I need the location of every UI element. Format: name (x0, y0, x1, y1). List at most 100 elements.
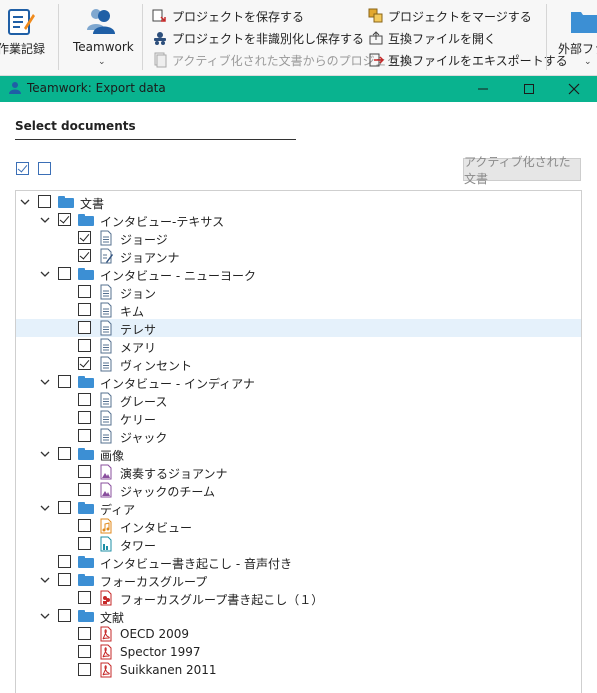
external-files-button[interactable]: 外部ファ ⌄ (552, 0, 597, 76)
tree-folder-row[interactable]: 画像 (16, 445, 581, 463)
tree-checkbox[interactable] (78, 249, 91, 262)
tree-document-row[interactable]: メアリ (16, 337, 581, 355)
open-file-icon (369, 31, 383, 45)
tree-checkbox[interactable] (58, 573, 71, 586)
tree-checkbox[interactable] (58, 555, 71, 568)
tree-checkbox[interactable] (38, 195, 51, 208)
tree-folder-row[interactable]: インタビュー書き起こし - 音声付き (16, 553, 581, 571)
tree-document-row[interactable]: キム (16, 301, 581, 319)
tree-document-row[interactable]: フォーカスグループ書き起こし（１） (16, 589, 581, 607)
minimize-button[interactable] (460, 76, 506, 102)
tree-document-row[interactable]: テレサ (16, 319, 581, 337)
tree-checkbox[interactable] (58, 267, 71, 280)
tree-document-row[interactable]: ジョアンナ (16, 247, 581, 265)
tree-document-row[interactable]: ヴィンセント (16, 355, 581, 373)
notebook-icon (8, 9, 35, 35)
close-button[interactable] (551, 76, 597, 102)
tree-item-label: フォーカスグループ書き起こし（１） (120, 593, 324, 607)
tree-checkbox[interactable] (78, 429, 91, 442)
document-icon (98, 284, 114, 300)
tree-item-label: ジョージ (120, 233, 168, 247)
tree-document-row[interactable]: Suikkanen 2011 (16, 661, 581, 679)
save-project-label: プロジェクトを保存する (172, 9, 305, 24)
merge-project-label: プロジェクトをマージする (388, 9, 532, 24)
tree-document-row[interactable]: ケリー (16, 409, 581, 427)
tree-checkbox[interactable] (78, 231, 91, 244)
tree-document-row[interactable]: ジョージ (16, 229, 581, 247)
tree-document-row[interactable]: タワー (16, 535, 581, 553)
tree-item-label: 演奏するジョアンナ (120, 467, 228, 481)
tree-document-row[interactable]: ジャック (16, 427, 581, 445)
tree-checkbox[interactable] (78, 537, 91, 550)
deselect-all-checkbox[interactable] (38, 162, 51, 175)
tree-checkbox[interactable] (78, 303, 91, 316)
section-divider (15, 139, 296, 140)
tree-checkbox[interactable] (78, 483, 91, 496)
document-stack-icon (154, 52, 167, 68)
tree-checkbox[interactable] (78, 627, 91, 640)
save-anonymized-button[interactable]: プロジェクトを非識別化し保存する (152, 28, 364, 48)
tree-folder-row[interactable]: 文書 (16, 193, 581, 211)
chevron-down-icon[interactable] (19, 196, 31, 208)
document-icon (98, 590, 114, 606)
save-project-button[interactable]: プロジェクトを保存する (152, 6, 304, 26)
tree-checkbox[interactable] (58, 501, 71, 514)
tree-checkbox[interactable] (78, 321, 91, 334)
tree-folder-row[interactable]: ディア (16, 499, 581, 517)
chevron-down-icon[interactable] (39, 448, 51, 460)
tree-item-label: 文書 (80, 197, 105, 211)
tree-checkbox[interactable] (78, 285, 91, 298)
export-exchange-button[interactable]: 互換ファイルをエキスポートする (368, 50, 568, 70)
tree-checkbox[interactable] (78, 339, 91, 352)
maximize-button[interactable] (506, 76, 552, 102)
tree-item-label: Suikkanen 2011 (120, 663, 217, 677)
tree-item-label: インタビュー (120, 521, 193, 535)
document-icon (98, 302, 114, 318)
tree-checkbox[interactable] (58, 609, 71, 622)
merge-project-button[interactable]: プロジェクトをマージする (368, 6, 532, 26)
document-tree[interactable]: 文書 インタビュー-テキサスジョージ ジョアンナ インタビュー - ニューヨーク ジョン… (15, 190, 582, 693)
chevron-down-icon[interactable] (39, 376, 51, 388)
tree-folder-row[interactable]: フォーカスグループ (16, 571, 581, 589)
save-anonymized-label: プロジェクトを非識別化し保存する (172, 31, 365, 46)
activated-docs-button[interactable]: アクティブ化された文書 (463, 155, 581, 186)
tree-checkbox[interactable] (78, 663, 91, 676)
chevron-down-icon[interactable] (39, 268, 51, 280)
tree-folder-row[interactable]: インタビュー-テキサス (16, 211, 581, 229)
chevron-down-icon[interactable] (39, 214, 51, 226)
tree-checkbox[interactable] (58, 447, 71, 460)
chevron-down-icon: ⌄ (98, 57, 106, 67)
tree-checkbox[interactable] (78, 357, 91, 370)
tree-document-row[interactable]: Spector 1997 (16, 643, 581, 661)
select-all-checkbox[interactable] (16, 162, 29, 175)
open-exchange-button[interactable]: 互換ファイルを開く (368, 28, 496, 48)
tree-item-label: Spector 1997 (120, 645, 201, 659)
anonymize-icon (154, 32, 166, 45)
tree-folder-row[interactable]: インタビュー - ニューヨーク (16, 265, 581, 283)
image-icon (98, 482, 114, 498)
tree-checkbox[interactable] (78, 591, 91, 604)
tree-checkbox[interactable] (58, 213, 71, 226)
folder-icon (78, 374, 94, 390)
tree-document-row[interactable]: OECD 2009 (16, 625, 581, 643)
tree-item-label: ヴィンセント (120, 359, 193, 373)
tree-checkbox[interactable] (78, 465, 91, 478)
tree-folder-row[interactable]: 文献 (16, 607, 581, 625)
chevron-down-icon[interactable] (39, 502, 51, 514)
tree-document-row[interactable]: 演奏するジョアンナ (16, 463, 581, 481)
tree-document-row[interactable]: ジャックのチーム (16, 481, 581, 499)
tree-document-row[interactable]: グレース (16, 391, 581, 409)
tree-checkbox[interactable] (78, 519, 91, 532)
worklog-button[interactable]: 作業記録 (0, 0, 48, 76)
tree-checkbox[interactable] (78, 393, 91, 406)
teamwork-button[interactable]: Teamwork ⌄ (66, 0, 136, 76)
tree-item-label: インタビュー - インディアナ (100, 377, 255, 391)
tree-checkbox[interactable] (78, 411, 91, 424)
tree-document-row[interactable]: ジョン (16, 283, 581, 301)
chevron-down-icon[interactable] (39, 610, 51, 622)
tree-checkbox[interactable] (58, 375, 71, 388)
tree-document-row[interactable]: インタビュー (16, 517, 581, 535)
chevron-down-icon[interactable] (39, 574, 51, 586)
tree-folder-row[interactable]: インタビュー - インディアナ (16, 373, 581, 391)
tree-checkbox[interactable] (78, 645, 91, 658)
